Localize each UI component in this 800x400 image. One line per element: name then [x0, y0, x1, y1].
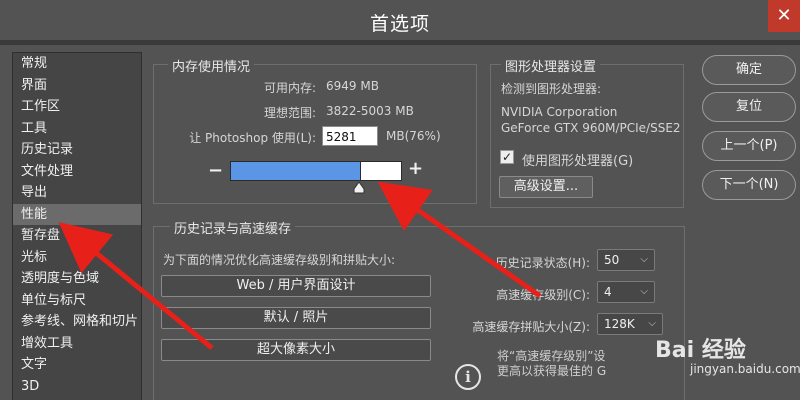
chevron-down-icon: ⌵: [648, 318, 656, 329]
sidebar-item[interactable]: 单位与标尺: [13, 290, 141, 312]
ideal-range-label: 理想范围:: [263, 106, 316, 120]
photoshop-memory-unit: MB(76%): [386, 129, 441, 143]
baidu-jingyan-watermark: Bai 经验: [655, 338, 746, 363]
decrease-memory-button[interactable]: −: [208, 160, 223, 181]
sidebar-item[interactable]: 界面: [13, 75, 141, 97]
gpu-vendor: NVIDIA Corporation: [501, 105, 618, 119]
increase-memory-button[interactable]: +: [408, 158, 423, 179]
sidebar-item[interactable]: 文件处理: [13, 161, 141, 183]
next-button[interactable]: 下一个(N): [702, 170, 796, 200]
memory-usage-fill: [231, 162, 360, 180]
memory-slider-handle[interactable]: [353, 182, 365, 194]
memory-group-title: 内存使用情况: [168, 56, 255, 75]
use-gpu-checkbox[interactable]: ✓: [500, 150, 514, 164]
sidebar-item[interactable]: 暂存盘: [13, 225, 141, 247]
optimize-cache-label: 为下面的情况优化高速缓存级别和拼贴大小:: [163, 253, 396, 267]
sidebar-item[interactable]: 常规: [13, 53, 141, 75]
sidebar-item[interactable]: 历史记录: [13, 139, 141, 161]
sidebar-item[interactable]: 透明度与色域: [13, 268, 141, 290]
cache-levels-value: 4: [604, 285, 612, 299]
sidebar-item[interactable]: 工具: [13, 118, 141, 140]
default-photos-button[interactable]: 默认 / 照片: [161, 307, 431, 329]
previous-button[interactable]: 上一个(P): [702, 131, 796, 161]
cache-levels-label: 高速缓存级别(C):: [496, 288, 590, 302]
sidebar-item[interactable]: 参考线、网格和切片: [13, 311, 141, 333]
ok-button[interactable]: 确定: [702, 55, 796, 85]
preferences-sidebar: 常规 界面 工作区 工具 历史记录 文件处理 导出 性能 暂存盘 光标 透明度与色域 单位与标尺 参考线…: [12, 52, 142, 400]
reset-button[interactable]: 复位: [702, 92, 796, 122]
window-title: 首选项: [369, 13, 430, 35]
close-button[interactable]: ✕: [768, 0, 800, 32]
photoshop-memory-input[interactable]: 5281: [322, 126, 378, 146]
cache-levels-select[interactable]: 4 ⌵: [597, 281, 655, 303]
available-memory-value: 6949 MB: [326, 79, 379, 93]
history-states-select[interactable]: 50 ⌵: [597, 249, 655, 271]
info-icon: i: [455, 364, 481, 390]
history-states-value: 50: [604, 253, 620, 267]
title-divider: [0, 40, 800, 45]
sidebar-item[interactable]: 增效工具: [13, 333, 141, 355]
history-cache-group-title: 历史记录与高速缓存: [170, 218, 296, 237]
gpu-model: GeForce GTX 960M/PCIe/SSE2: [501, 121, 681, 135]
memory-usage-bar[interactable]: [230, 161, 402, 181]
memory-usage-divider: [360, 162, 361, 180]
history-states-label: 历史记录状态(H):: [495, 256, 590, 270]
sidebar-item[interactable]: 光标: [13, 247, 141, 269]
chevron-down-icon: ⌵: [640, 286, 648, 297]
advanced-settings-button[interactable]: 高级设置...: [499, 176, 593, 198]
sidebar-item[interactable]: 工作区: [13, 96, 141, 118]
gpu-detected-label: 检测到图形处理器:: [501, 82, 602, 96]
chevron-down-icon: ⌵: [640, 254, 648, 265]
sidebar-item[interactable]: 导出: [13, 182, 141, 204]
web-ui-design-button[interactable]: Web / 用户界面设计: [161, 275, 431, 297]
photoshop-memory-label: 让 Photoshop 使用(L):: [189, 131, 316, 145]
tile-size-value: 128K: [604, 317, 635, 331]
watermark-url: jingyan.baidu.com: [690, 362, 800, 376]
use-gpu-label: 使用图形处理器(G): [522, 154, 634, 169]
sidebar-item[interactable]: 文字: [13, 354, 141, 376]
sidebar-item[interactable]: 3D: [13, 376, 141, 398]
tile-size-label: 高速缓存拼贴大小(Z):: [472, 320, 590, 334]
gpu-group-title: 图形处理器设置: [501, 56, 601, 75]
huge-pixel-size-button[interactable]: 超大像素大小: [161, 339, 431, 361]
ideal-range-value: 3822-5003 MB: [326, 104, 414, 118]
tile-size-select[interactable]: 128K ⌵: [597, 313, 663, 335]
sidebar-item[interactable]: 性能: [13, 203, 141, 225]
title-bar: 首选项 ✕: [0, 0, 800, 40]
cache-note-line2: 更高以获得最佳的 G: [497, 364, 607, 378]
available-memory-label: 可用内存:: [263, 81, 316, 95]
